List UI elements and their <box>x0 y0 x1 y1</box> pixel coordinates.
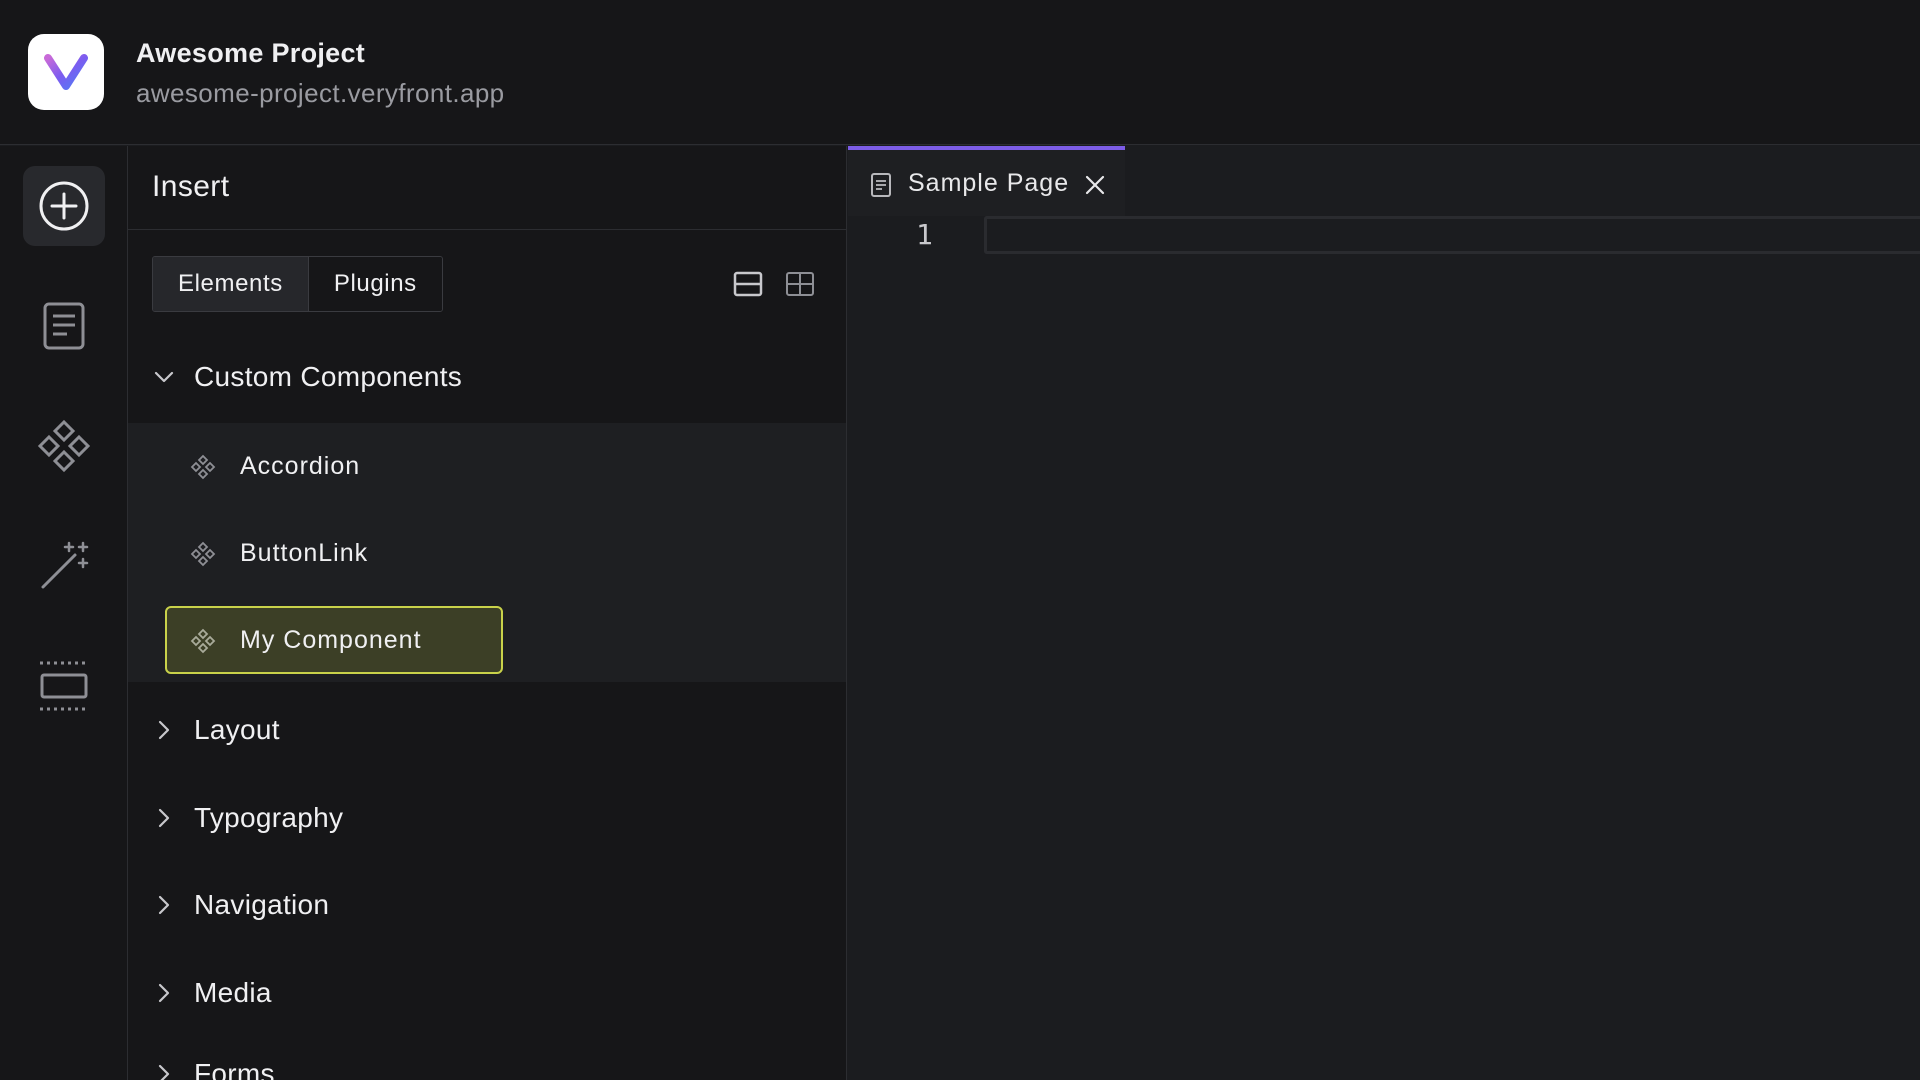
insert-tabs: Elements Plugins <box>152 256 443 312</box>
grid-view-icon[interactable] <box>784 268 816 300</box>
section-label: Navigation <box>194 889 330 920</box>
chevron-right-icon <box>158 1064 170 1080</box>
panel-title: Insert <box>152 170 230 203</box>
list-view-icon[interactable] <box>732 268 764 300</box>
page-icon <box>43 302 85 350</box>
top-bar: Awesome Project awesome-project.veryfron… <box>0 0 1920 145</box>
section-navigation[interactable]: Navigation <box>128 869 846 941</box>
close-icon[interactable] <box>1084 174 1106 196</box>
component-item-my-component[interactable]: My Component <box>165 606 503 674</box>
section-forms[interactable]: Forms <box>128 1038 846 1080</box>
component-label: My Component <box>240 625 422 654</box>
pages-button[interactable] <box>23 286 105 366</box>
chevron-right-icon <box>158 808 170 828</box>
code-editor[interactable]: Sample Page 1 <box>848 146 1920 1080</box>
section-custom-components[interactable]: Custom Components <box>128 341 846 413</box>
component-item-accordion[interactable]: Accordion <box>166 433 502 499</box>
veryfront-logo-icon[interactable] <box>28 34 104 110</box>
section-label: Layout <box>194 714 280 745</box>
insert-panel: Insert Elements Plugins Custom Component… <box>128 146 847 1080</box>
section-label: Media <box>194 977 272 1008</box>
document-icon <box>871 173 891 197</box>
add-circle-icon <box>39 181 89 231</box>
section-icon <box>40 661 88 711</box>
project-name: Awesome Project <box>136 38 366 68</box>
section-label: Custom Components <box>194 361 463 392</box>
insert-button[interactable] <box>23 166 105 246</box>
magic-wand-icon <box>41 541 89 589</box>
left-rail <box>0 146 128 1080</box>
chevron-down-icon <box>154 371 174 383</box>
tab-label: Sample Page <box>908 168 1070 197</box>
component-icon <box>190 628 216 654</box>
section-typography[interactable]: Typography <box>128 782 846 854</box>
sections-button[interactable] <box>23 646 105 726</box>
divider <box>128 229 846 230</box>
chevron-right-icon <box>158 720 170 740</box>
component-label: ButtonLink <box>240 538 369 567</box>
tab-plugins[interactable]: Plugins <box>308 257 442 311</box>
tab-sample-page[interactable]: Sample Page <box>848 146 1125 216</box>
component-icon <box>190 454 216 480</box>
ai-button[interactable] <box>23 526 105 606</box>
section-label: Forms <box>194 1058 275 1080</box>
section-layout[interactable]: Layout <box>128 694 846 766</box>
components-icon <box>37 419 91 473</box>
project-url[interactable]: awesome-project.veryfront.app <box>136 78 505 109</box>
section-media[interactable]: Media <box>128 957 846 1029</box>
chevron-right-icon <box>158 983 170 1003</box>
line-number: 1 <box>916 218 933 251</box>
component-icon <box>190 541 216 567</box>
components-button[interactable] <box>23 406 105 486</box>
section-label: Typography <box>194 802 344 833</box>
tab-elements[interactable]: Elements <box>153 257 309 311</box>
component-label: Accordion <box>240 451 361 480</box>
chevron-right-icon <box>158 895 170 915</box>
current-line-highlight[interactable] <box>984 216 1920 254</box>
component-item-buttonlink[interactable]: ButtonLink <box>166 520 502 586</box>
